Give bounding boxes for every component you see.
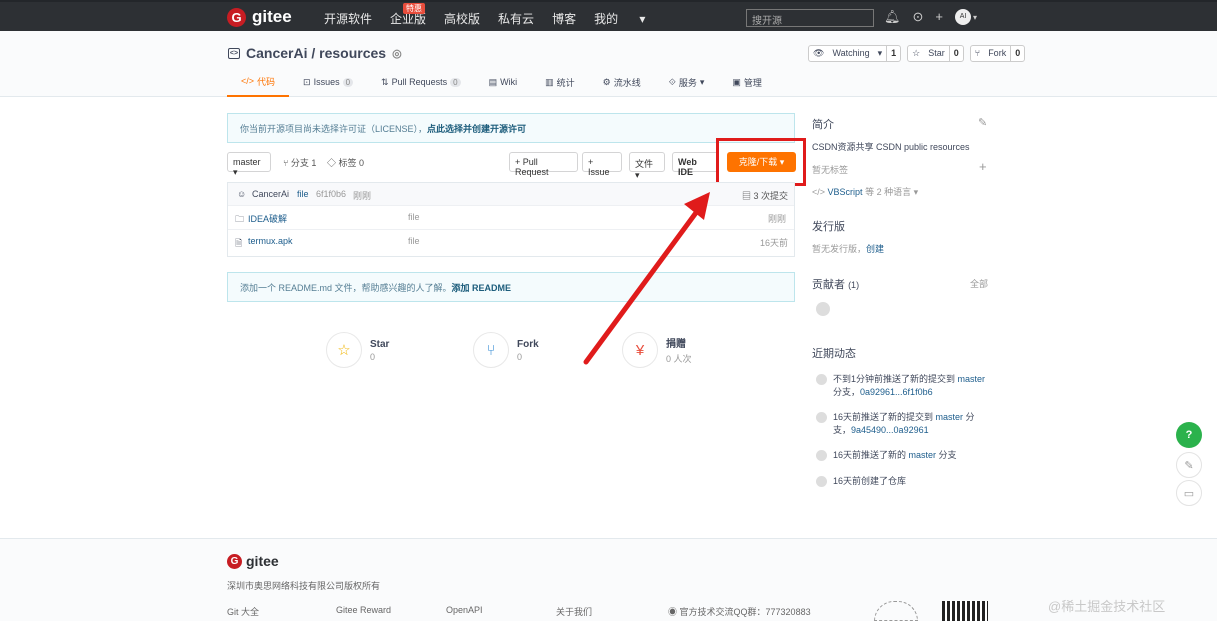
- commit-range-link[interactable]: 9a45490...0a92961: [851, 425, 929, 435]
- contributors-all-link[interactable]: 全部: [970, 277, 988, 290]
- gitee-logo-icon: G: [227, 553, 242, 569]
- feedback-edit-icon[interactable]: ✎: [1176, 452, 1202, 478]
- message-icon[interactable]: ▭: [1176, 480, 1202, 506]
- avatar: [816, 476, 827, 487]
- avatar: [816, 374, 827, 385]
- release-none-text: 暂无发行版，: [812, 244, 867, 254]
- footer-qq: ◉ 官方技术交流QQ群：777320883: [668, 605, 811, 618]
- intro-title: 简介: [812, 119, 834, 131]
- commit-range-link[interactable]: 0a92961...6f1f0b6: [860, 387, 933, 397]
- footer-brand: gitee: [246, 553, 279, 569]
- contributors-count: (1): [848, 280, 860, 290]
- footer-link-git[interactable]: Git 大全: [227, 605, 259, 618]
- chevron-down-icon: ▾: [913, 187, 919, 197]
- footer-link-about[interactable]: 关于我们: [556, 605, 592, 618]
- activity-text: 16天前推送了新的: [833, 450, 909, 460]
- language-count: 等 2 种语言: [865, 187, 912, 197]
- activity-text: 16天前创建了仓库: [833, 476, 907, 486]
- activity-item: 16天前推送了新的提交到 master 分支，9a45490...0a92961: [816, 411, 981, 437]
- avatar: [816, 412, 827, 423]
- language-info[interactable]: </> VBScript 等 2 种语言 ▾: [812, 185, 918, 198]
- contributor-avatar[interactable]: [816, 302, 830, 316]
- footer-qq-text: 官方技术交流QQ群：777320883: [679, 607, 811, 617]
- qq-icon: ◉: [668, 607, 678, 617]
- footer-copyright: 深圳市奥思网络科技有限公司版权所有: [227, 581, 381, 591]
- branch-link[interactable]: master: [936, 412, 964, 422]
- footer-link-reward[interactable]: Gitee Reward: [336, 605, 391, 615]
- contributors-label: 贡献者: [812, 279, 845, 291]
- help-button[interactable]: ?: [1176, 422, 1202, 448]
- edit-icon[interactable]: ✎: [978, 116, 987, 129]
- language-name: VBScript: [827, 187, 863, 197]
- annotation-arrow: [583, 192, 710, 365]
- branch-link[interactable]: master: [958, 374, 986, 384]
- footer: Ggitee 深圳市奥思网络科技有限公司版权所有 Git 大全 Gitee Re…: [0, 538, 1217, 621]
- branch-link[interactable]: master: [909, 450, 937, 460]
- activity-item: 不到1分钟前推送了新的提交到 master 分支，0a92961...6f1f0…: [816, 373, 993, 399]
- release-info: 暂无发行版，创建: [812, 242, 884, 255]
- watermark: @稀土掘金技术社区: [1048, 599, 1166, 614]
- activity-title: 近期动态: [812, 348, 856, 360]
- intro-text: CSDN资源共享 CSDN public resources: [812, 142, 970, 152]
- contributors-title: 贡献者 (1): [812, 276, 859, 292]
- footer-logo[interactable]: Ggitee: [227, 553, 279, 569]
- activity-text: 不到1分钟前推送了新的提交到: [833, 374, 958, 384]
- activity-text: 分支，: [833, 387, 861, 397]
- add-tag-icon[interactable]: +: [979, 159, 987, 174]
- activity-item: 16天前推送了新的 master 分支: [816, 449, 957, 462]
- no-tags-text: 暂无标签: [812, 165, 849, 175]
- activity-item: 16天前创建了仓库: [816, 475, 906, 488]
- qr-code-icon: [942, 601, 988, 621]
- seal-icon: [874, 601, 918, 621]
- create-release-link[interactable]: 创建: [866, 244, 884, 254]
- activity-text: 分支: [936, 450, 957, 460]
- release-title: 发行版: [812, 221, 845, 233]
- avatar: [816, 450, 827, 461]
- footer-link-openapi[interactable]: OpenAPI: [446, 605, 483, 615]
- activity-text: 16天前推送了新的提交到: [833, 412, 936, 422]
- code-icon: </>: [812, 187, 826, 197]
